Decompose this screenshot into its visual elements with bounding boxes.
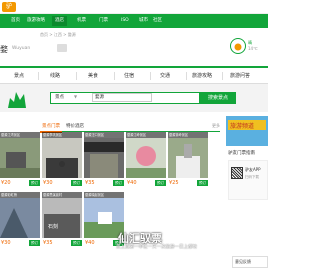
book-button[interactable]: 预订 xyxy=(71,240,82,246)
svg-text:旅游频道: 旅游频道 xyxy=(230,122,254,130)
side-title: 驴友门票指南 xyxy=(228,151,255,156)
tab-qa[interactable]: 旅游问答 xyxy=(230,71,250,81)
tab-hotels[interactable]: 特价酒店 xyxy=(66,122,84,131)
sight-caption: 婺源思溪延村 xyxy=(42,192,82,198)
tab-divider xyxy=(150,72,151,80)
nav-item-iso[interactable]: ISO xyxy=(118,16,132,26)
more-link[interactable]: 更多 xyxy=(212,123,220,129)
app-subtitle: 扫码下载 xyxy=(245,175,259,179)
sight-caption: 婺源汪口景区 xyxy=(84,132,124,138)
nav-item-ticket[interactable]: 门票 xyxy=(96,16,111,26)
sight-image[interactable] xyxy=(126,138,166,178)
promo-banner[interactable]: 旅游频道 xyxy=(226,116,268,146)
nav-item-community[interactable]: 社区 xyxy=(150,16,165,26)
sight-image[interactable] xyxy=(84,138,124,178)
section-tabs: 景点门票 特价酒店 xyxy=(40,122,220,133)
sight-caption: 婺源江岭景区 xyxy=(126,132,166,138)
main-nav: 首页 旅游攻略 酒店 机票 门票 ISO 城市 社区 xyxy=(0,14,268,28)
app-title: 驴友APP xyxy=(245,167,261,172)
sight-image[interactable] xyxy=(42,138,82,178)
sight-image[interactable] xyxy=(0,198,40,238)
book-button[interactable]: 预订 xyxy=(113,180,124,186)
sight-caption: 婺源彩虹桥 xyxy=(0,192,40,198)
search-scope[interactable]: 景点 xyxy=(55,94,64,100)
book-button[interactable]: 预订 xyxy=(71,180,82,186)
plant-decoration xyxy=(4,88,34,108)
sight-caption: 婺源李坑景区 xyxy=(42,132,82,138)
tab-divider xyxy=(38,72,39,80)
nav-item-home[interactable]: 首页 xyxy=(8,16,23,26)
sight-price: ¥40 xyxy=(127,180,137,186)
tab-divider xyxy=(222,72,223,80)
book-button[interactable]: 预订 xyxy=(29,240,40,246)
qr-code-icon xyxy=(231,167,243,179)
nav-item-hotel[interactable]: 酒店 xyxy=(52,16,67,26)
sight-price: ¥30 xyxy=(1,240,11,246)
top-bar: 驴 xyxy=(0,0,268,14)
page-subtitle: Wuyuan xyxy=(12,46,31,51)
breadcrumb[interactable]: 首页 > 江西 > 婺源 xyxy=(40,32,76,38)
city-tabs: 景点 线路 美食 住宿 交通 旅游攻略 旅游问答 xyxy=(0,66,268,84)
tab-routes[interactable]: 线路 xyxy=(50,71,60,81)
sight-caption: 婺源江湾景区 xyxy=(0,132,40,138)
tab-guides[interactable]: 旅游攻略 xyxy=(192,71,212,81)
tab-divider xyxy=(186,72,187,80)
tab-stay[interactable]: 住宿 xyxy=(124,71,134,81)
sight-price: ¥35 xyxy=(43,240,53,246)
book-button[interactable]: 预订 xyxy=(29,180,40,186)
sight-price: ¥25 xyxy=(169,180,179,186)
sight-image[interactable]: 石刻 xyxy=(42,198,82,238)
tab-traffic[interactable]: 交通 xyxy=(160,71,170,81)
tab-food[interactable]: 美食 xyxy=(88,71,98,81)
sight-image[interactable] xyxy=(0,138,40,178)
nav-item-guides[interactable]: 旅游攻略 xyxy=(24,16,48,26)
site-logo[interactable]: 驴 xyxy=(2,2,16,12)
sight-image[interactable] xyxy=(168,138,208,178)
page-title: 婺 xyxy=(0,45,8,54)
title-badge xyxy=(57,44,67,52)
nav-item-flight[interactable]: 机票 xyxy=(74,16,89,26)
book-button[interactable]: 预订 xyxy=(197,180,208,186)
sight-price: ¥35 xyxy=(85,180,95,186)
sight-price: ¥30 xyxy=(43,180,53,186)
book-button[interactable]: 预订 xyxy=(155,180,166,186)
nav-item-city[interactable]: 城市 xyxy=(136,16,151,26)
tab-divider xyxy=(114,72,115,80)
svg-text:石刻: 石刻 xyxy=(48,223,58,230)
app-download-box[interactable]: 驴友APP 扫码下载 xyxy=(228,160,268,200)
feedback-button[interactable]: 意见反馈 xyxy=(232,256,268,268)
search-button[interactable]: 搜索景点 xyxy=(200,92,236,104)
tab-sights[interactable]: 景点 xyxy=(14,71,24,81)
search-input[interactable]: 婺源 xyxy=(92,93,152,102)
chevron-down-icon[interactable]: ▼ xyxy=(74,94,77,99)
weather-icon xyxy=(230,38,246,54)
sight-price: ¥20 xyxy=(1,180,11,186)
sight-caption: 婺源晓起景区 xyxy=(84,192,124,198)
watermark-sub: 景上旅游一单位一天一次旅游一日上都坊 xyxy=(116,245,197,250)
tab-divider xyxy=(76,72,77,80)
sight-price: ¥40 xyxy=(85,240,95,246)
weather-temp: 14℃ xyxy=(248,46,258,51)
sight-caption: 婺源篁岭景区 xyxy=(168,132,208,138)
